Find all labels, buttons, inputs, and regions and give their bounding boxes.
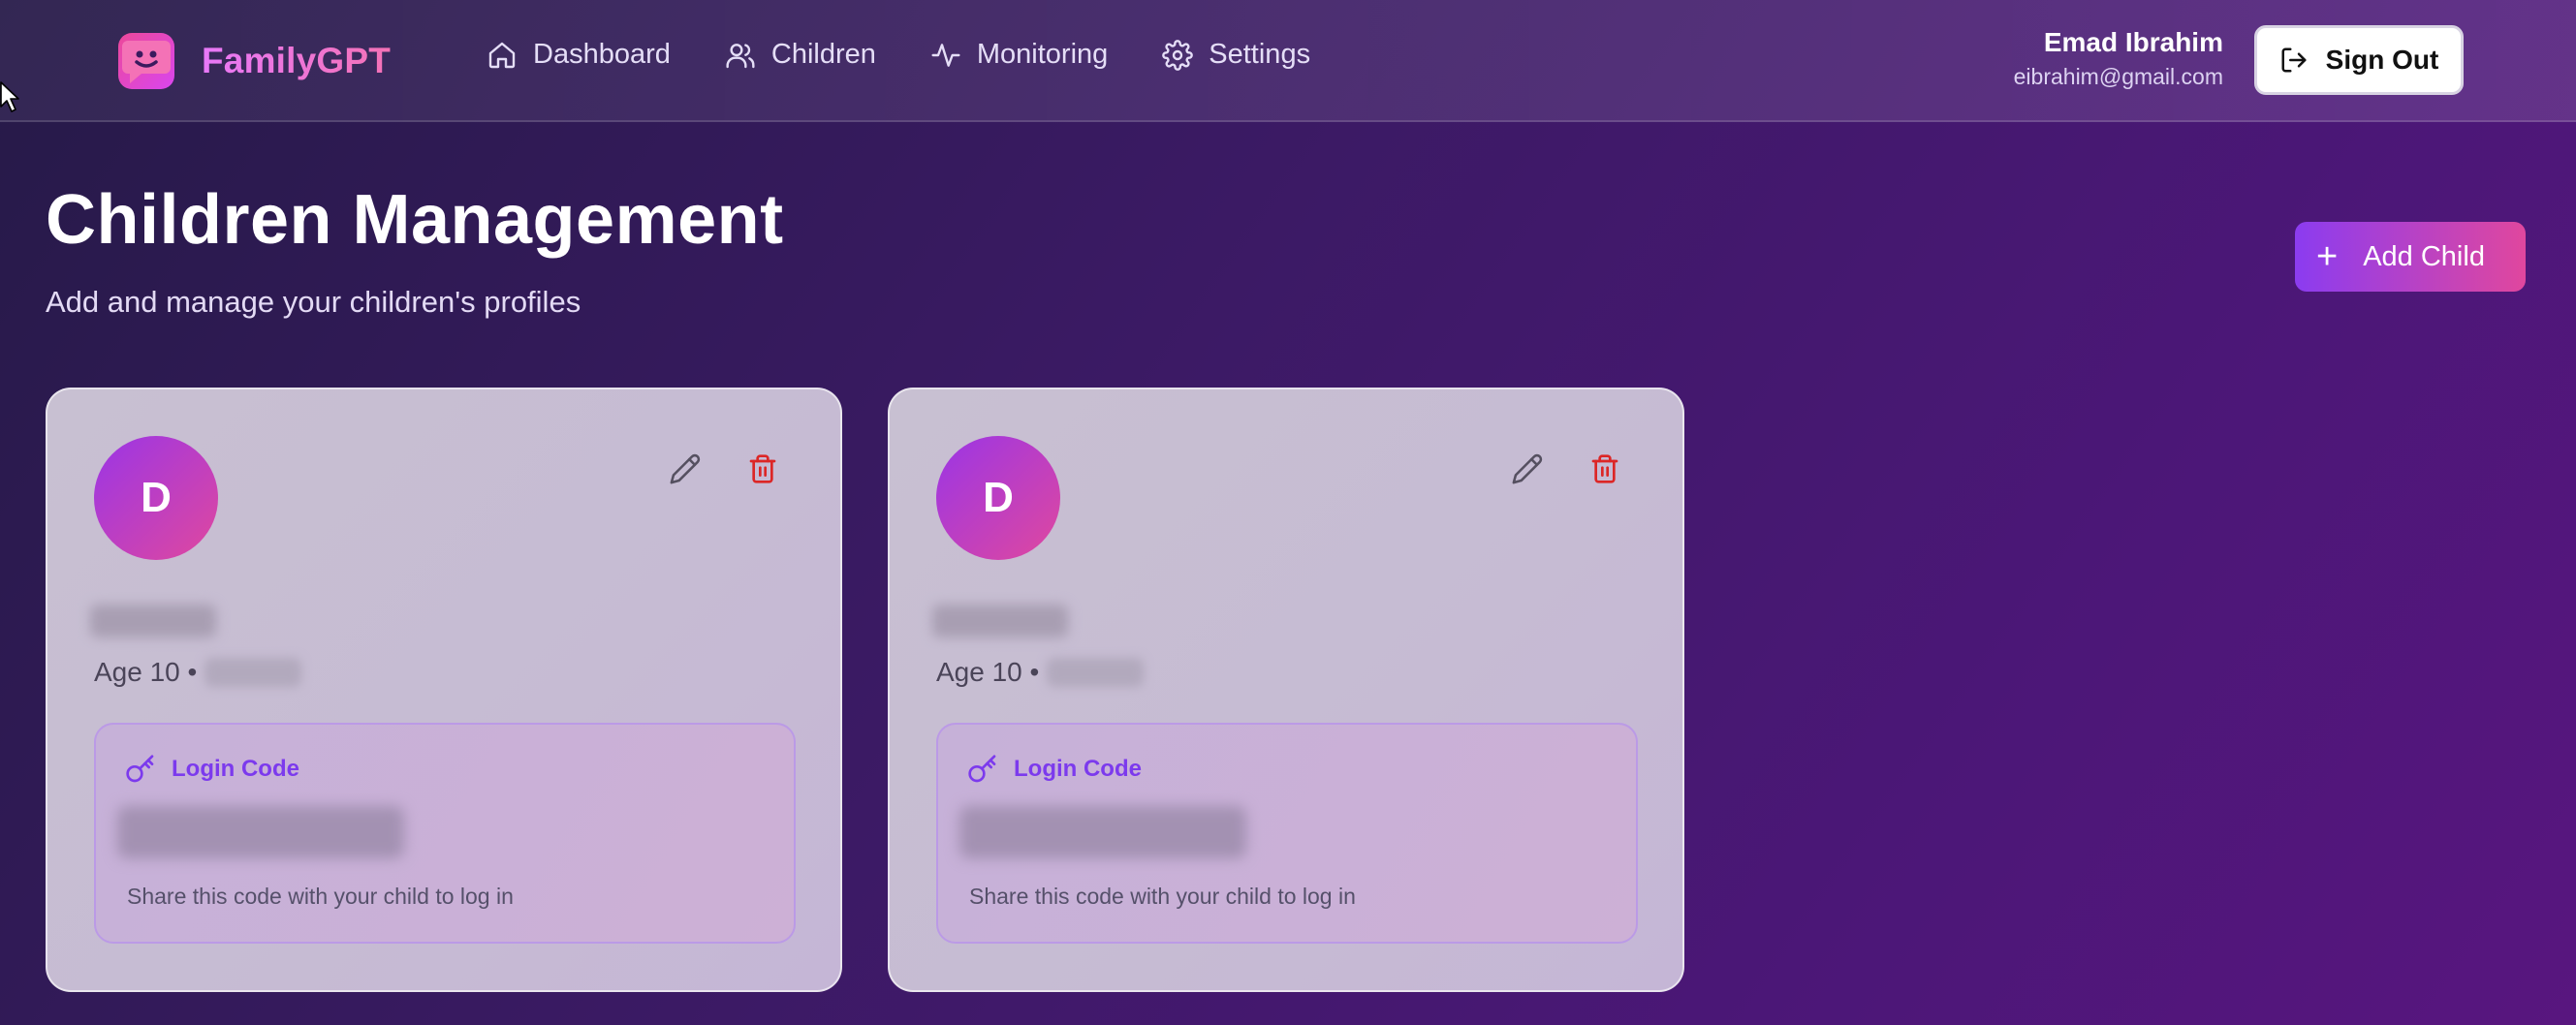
main-nav: Dashboard Children Monitoring Settings [487,39,1365,71]
users-icon [726,43,755,68]
page-subtitle: Add and manage your children's profiles [46,285,581,319]
login-code-header: Login Code [967,754,1142,785]
child-name-redacted [932,605,1068,637]
child-age-line: Age 10 • [94,657,302,688]
user-info: Emad Ibrahim eibrahim@gmail.com [2014,27,2223,90]
user-name: Emad Ibrahim [2043,27,2223,57]
child-grade-redacted [204,658,302,687]
trash-icon [1591,454,1618,483]
login-code-panel: Login Code Share this code with your chi… [936,723,1638,944]
edit-child-button[interactable] [1506,448,1549,490]
login-code-label: Login Code [172,756,299,782]
activity-icon [931,43,960,67]
child-name-redacted [90,605,216,637]
gear-icon [1162,39,1194,71]
nav-label: Settings [1209,39,1311,70]
home-icon [488,42,516,68]
add-child-label: Add Child [2363,240,2485,272]
child-age-line: Age 10 • [936,657,1145,688]
nav-label: Monitoring [976,39,1109,70]
key-icon [126,755,154,783]
pencil-icon [1512,453,1543,484]
login-code-header: Login Code [125,754,299,785]
sign-out-label: Sign Out [2325,45,2439,75]
child-grade-redacted [1047,658,1145,687]
top-navbar: FamilyGPT Dashboard Children Monitoring [0,0,2576,122]
sign-out-button[interactable]: Sign Out [2254,25,2464,95]
delete-child-button[interactable] [741,448,784,490]
pencil-icon [670,453,701,484]
nav-item-children[interactable]: Children [725,39,876,71]
nav-item-settings[interactable]: Settings [1162,39,1310,71]
child-age: Age 10 • [94,657,198,687]
mouse-cursor-icon [0,81,19,112]
app-name: FamilyGPT [202,41,392,80]
login-code-panel: Login Code Share this code with your chi… [94,723,796,944]
login-code-redacted [959,806,1246,858]
key-icon [968,755,996,783]
avatar: D [94,436,218,560]
child-age: Age 10 • [936,657,1040,687]
nav-item-monitoring[interactable]: Monitoring [930,39,1108,71]
login-code-hint: Share this code with your child to log i… [127,884,514,909]
login-code-redacted [117,806,404,858]
brand-logo[interactable]: FamilyGPT [118,33,391,89]
page-title: Children Management [46,181,784,259]
login-code-label: Login Code [1014,756,1142,782]
nav-item-dashboard[interactable]: Dashboard [487,39,671,71]
log-out-icon [2281,47,2307,73]
login-code-hint: Share this code with your child to log i… [969,884,1356,909]
chat-smile-icon [118,33,174,89]
child-card: D Age 10 • Login Code Share this code wi… [46,388,842,992]
plus-icon: + [2316,236,2339,277]
avatar: D [936,436,1060,560]
trash-icon [749,454,776,483]
user-email: eibrahim@gmail.com [2013,64,2223,89]
delete-child-button[interactable] [1584,448,1626,490]
add-child-button[interactable]: + Add Child [2295,222,2526,292]
nav-label: Children [770,39,876,70]
edit-child-button[interactable] [664,448,707,490]
nav-label: Dashboard [533,39,671,70]
child-card: D Age 10 • Login Code Share this code wi… [888,388,1684,992]
